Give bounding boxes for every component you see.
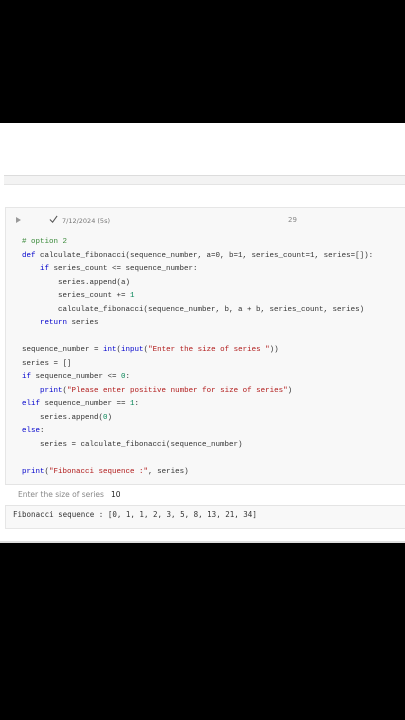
execution-time: 7/12/2024 (5s) [62,217,110,225]
code-text: calculate_fibonacci(sequence_number, a=0… [35,251,374,260]
code-number: 1 [130,292,135,300]
code-keyword: return [40,319,68,327]
check-icon [49,215,58,224]
code-text: , series) [148,467,189,476]
code-text: series.append(a) [58,278,131,287]
execution-count: 29 [288,216,297,224]
cell-divider [0,541,405,543]
code-text: series_count += [58,292,131,300]
code-text: ) [287,386,293,395]
code-text: sequence_number == [40,400,131,408]
code-text: series.append( [40,413,104,422]
code-builtin: print [40,386,63,395]
play-icon[interactable] [16,217,21,223]
code-text: series_count <= sequence_number: [49,265,198,273]
code-keyword: if [40,265,50,273]
code-text: )) [269,346,279,354]
notebook-sheet: 7/12/2024 (5s) 29 # option 2 def calcula… [0,123,405,543]
code-builtin: int [103,346,117,354]
code-keyword: if [22,373,32,381]
code-text: : [125,373,131,381]
code-keyword: elif [22,400,41,408]
code-string: "Enter the size of series " [148,346,270,354]
code-string: "Please enter positive number for size o… [67,386,288,395]
code-keyword: def [22,251,36,260]
code-text: series = calculate_fibonacci(sequence_nu… [40,440,243,449]
cell-header: 7/12/2024 (5s) 29 [6,208,405,234]
code-cell[interactable]: 7/12/2024 (5s) 29 # option 2 def calcula… [5,207,405,529]
code-builtin: input [121,346,144,354]
input-prompt-value[interactable]: 10 [111,490,121,499]
code-keyword: else [22,427,41,435]
code-text: : [134,400,140,408]
input-prompt-label: Enter the size of series [18,490,104,499]
code-text: series [67,319,99,327]
code-comment: # option 2 [22,238,68,246]
input-prompt[interactable]: Enter the size of series 10 [5,484,405,506]
code-text: sequence_number <= [31,373,122,381]
code-builtin: print [22,467,45,476]
code-text: : [40,427,45,435]
code-string: "Fibonacci sequence :" [49,467,149,476]
code-text: ) [107,413,113,422]
code-text: series = [] [22,359,72,368]
cell-output: Fibonacci sequence : [0, 1, 1, 2, 3, 5, … [13,510,257,519]
code-text: calculate_fibonacci(sequence_number, b, … [58,305,365,314]
code-text: sequence_number = [22,346,104,354]
previous-cell-edge [4,175,405,185]
code-editor[interactable]: # option 2 def calculate_fibonacci(seque… [22,236,373,479]
